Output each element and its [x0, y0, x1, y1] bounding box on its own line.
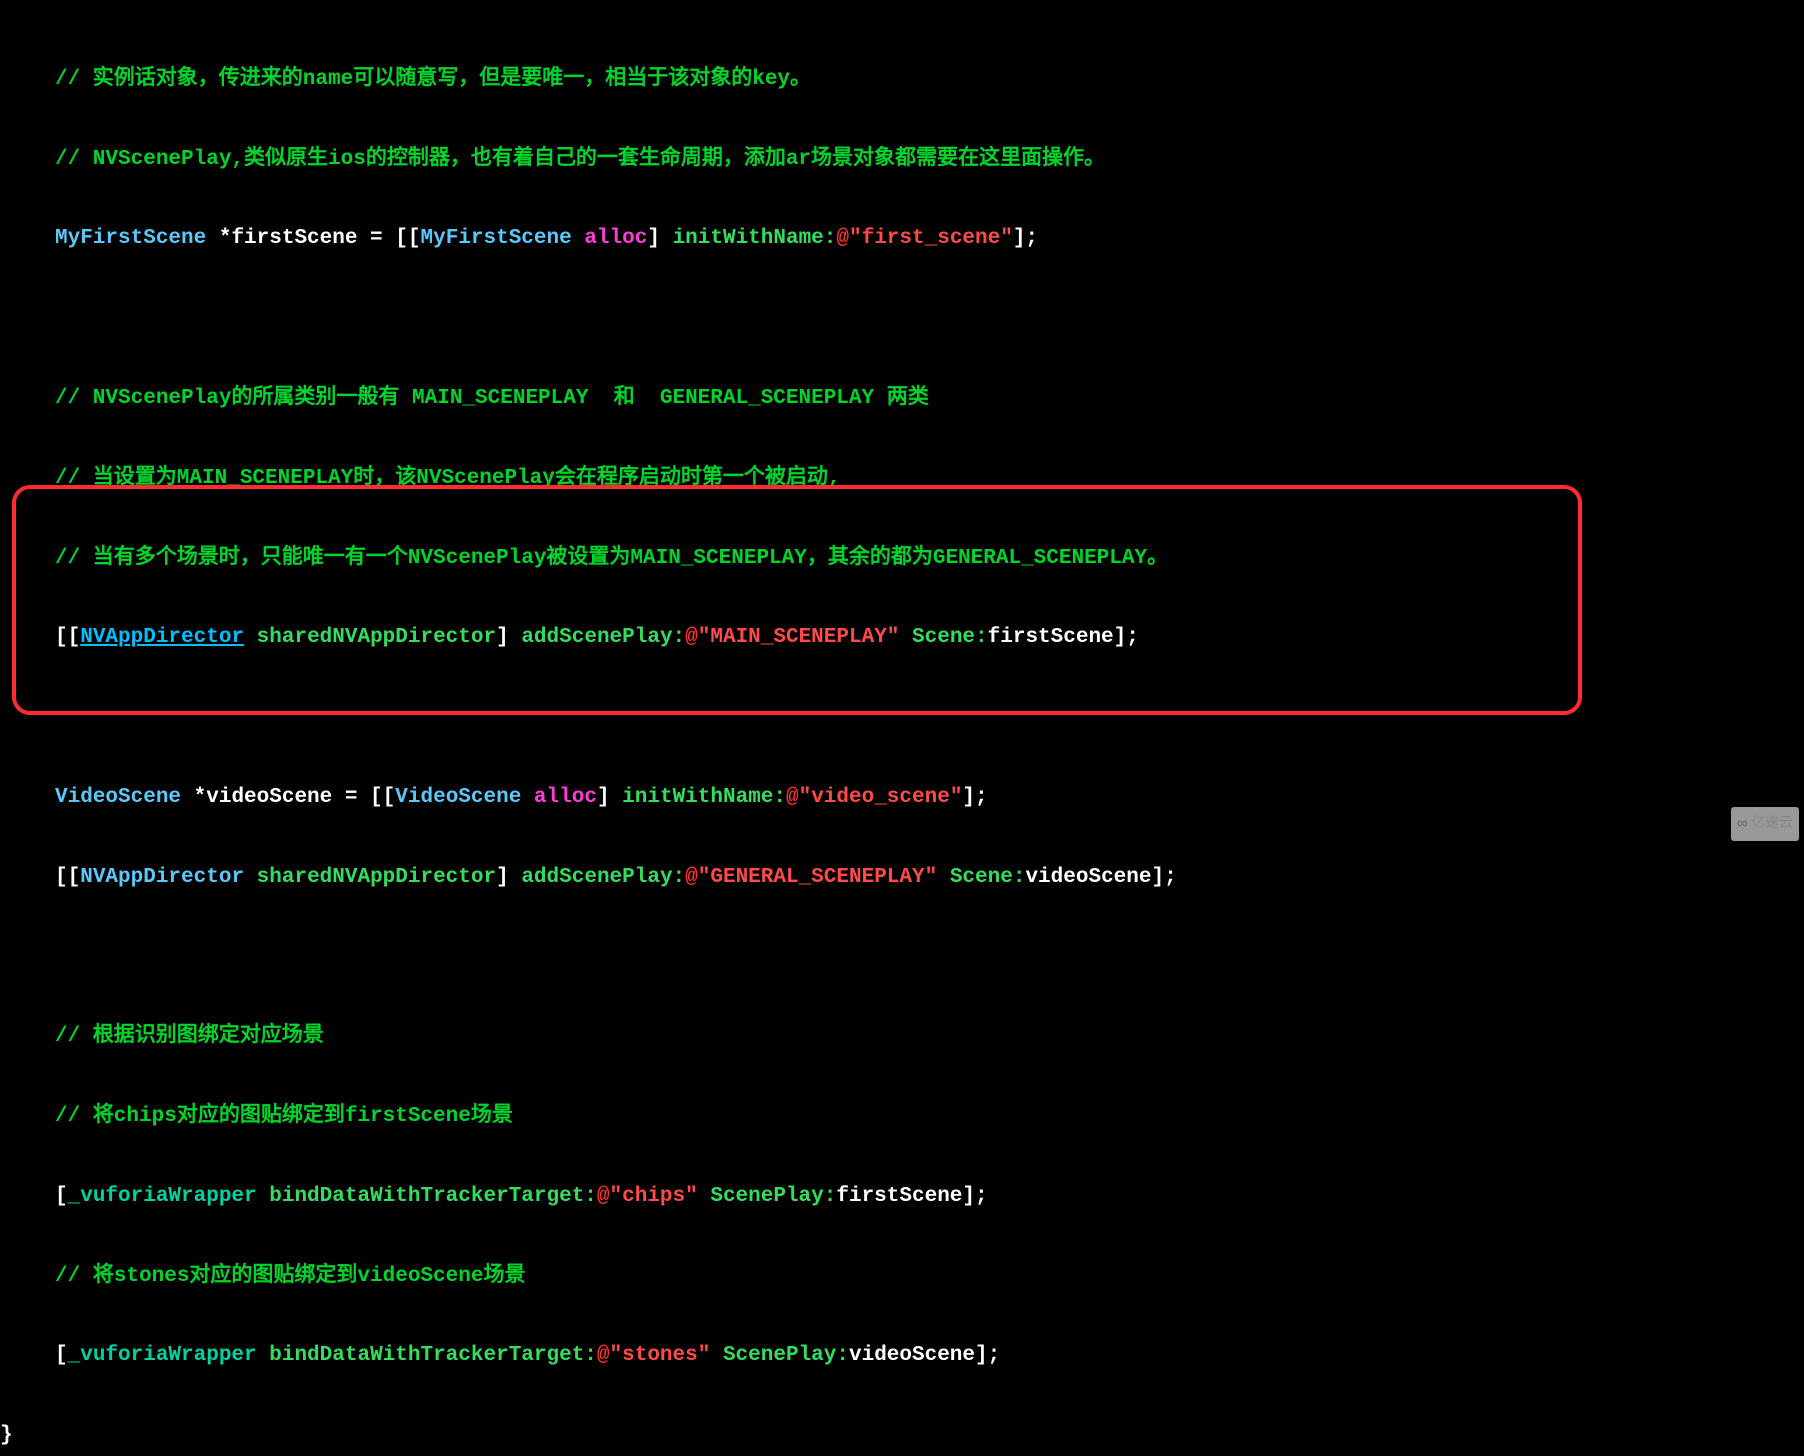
- comment-line-13: // 将stones对应的图贴绑定到videoScene场景: [55, 1265, 525, 1288]
- comment-line-10: // 根据识别图绑定对应场景: [55, 1025, 324, 1048]
- comment-line-4: // NVScenePlay的所属类别一般有 MAIN_SCENEPLAY 和 …: [55, 387, 929, 410]
- code-line-7: [[NVAppDirector sharedNVAppDirector] add…: [55, 618, 1804, 658]
- comment-line-6: // 当有多个场景时，只能唯一有一个NVScenePlay被设置为MAIN_SC…: [55, 547, 1168, 570]
- closing-brace: }: [0, 1416, 1804, 1456]
- comment-line-11: // 将chips对应的图贴绑定到firstScene场景: [55, 1105, 513, 1128]
- code-block: // 实例话对象，传进来的name可以随意写，但是要唯一，相当于该对象的key。…: [0, 20, 1804, 1416]
- code-line-9: [[NVAppDirector sharedNVAppDirector] add…: [55, 858, 1804, 898]
- watermark: ∞ 亿速云: [1731, 807, 1799, 841]
- nvappdirector-link[interactable]: NVAppDirector: [80, 626, 244, 649]
- comment-line-5: // 当设置为MAIN_SCENEPLAY时，该NVScenePlay会在程序启…: [55, 467, 840, 490]
- code-line-14: [_vuforiaWrapper bindDataWithTrackerTarg…: [55, 1336, 1804, 1376]
- infinity-icon: ∞: [1737, 809, 1747, 839]
- code-line-12: [_vuforiaWrapper bindDataWithTrackerTarg…: [55, 1177, 1804, 1217]
- code-line-8: VideoScene *videoScene = [[VideoScene al…: [55, 778, 1804, 818]
- comment-line-2: // NVScenePlay,类似原生ios的控制器，也有着自己的一套生命周期，…: [55, 148, 1105, 171]
- comment-line-1: // 实例话对象，传进来的name可以随意写，但是要唯一，相当于该对象的key。: [55, 68, 811, 91]
- watermark-text: 亿速云: [1751, 811, 1793, 838]
- code-line-3: MyFirstScene *firstScene = [[MyFirstScen…: [55, 219, 1804, 259]
